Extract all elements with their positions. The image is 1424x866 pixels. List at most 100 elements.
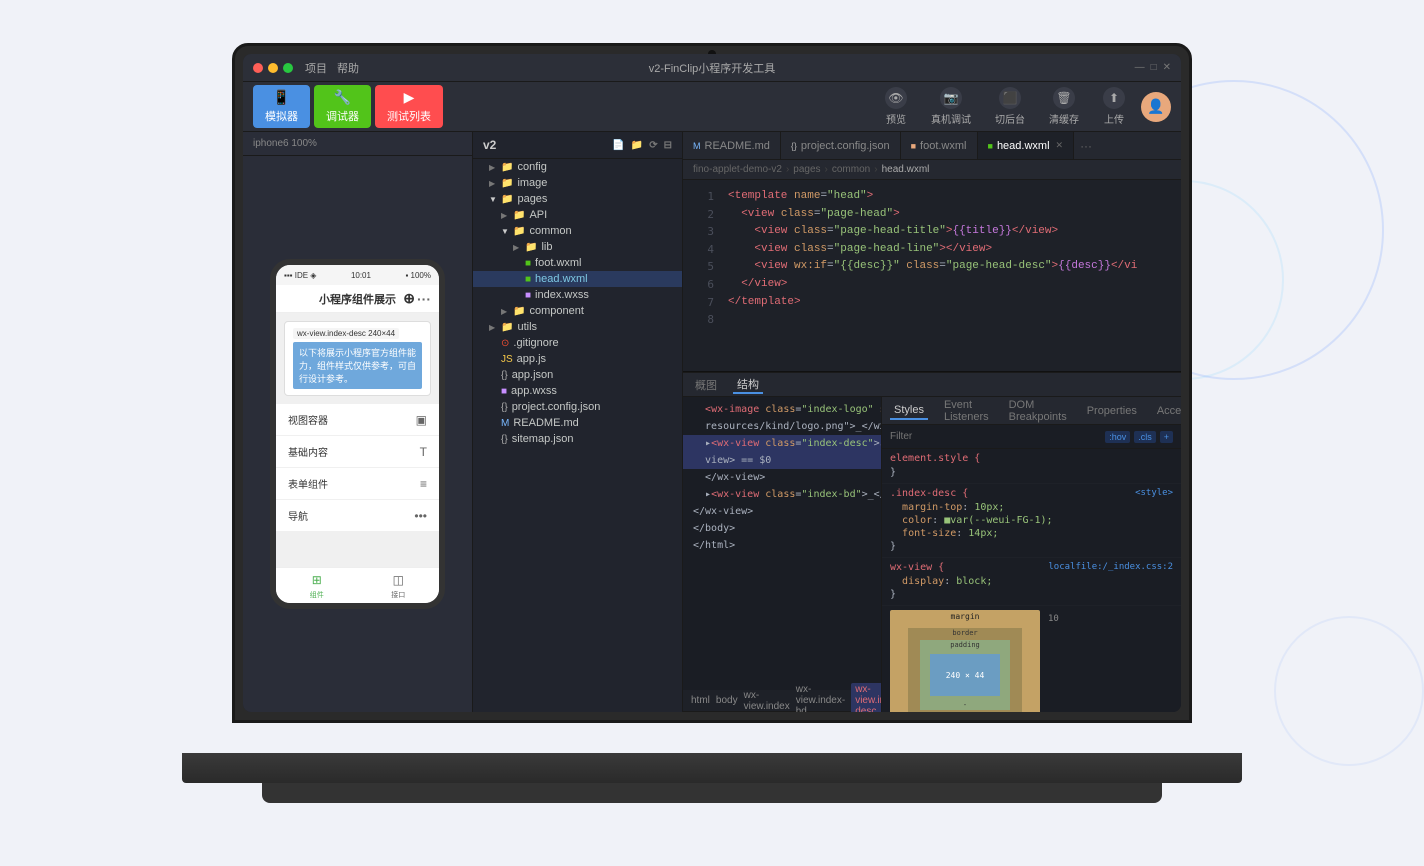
- tree-item-app-js[interactable]: ▶ JS app.js: [473, 351, 682, 367]
- refresh-icon[interactable]: ⟳: [649, 140, 657, 151]
- tree-item-index-wxss[interactable]: ▶ ■ index.wxss: [473, 287, 682, 303]
- padding-label: padding: [950, 641, 980, 649]
- tree-item-pages[interactable]: ▼ 📁 pages: [473, 191, 682, 207]
- tree-item-image[interactable]: ▶ 📁 image: [473, 175, 682, 191]
- html-line-0: <wx-image class="index-logo" src="../res…: [683, 401, 881, 418]
- editor-tabs: M README.md {} project.config.json ■ foo…: [683, 132, 1181, 160]
- highlight-text: 以下将展示小程序官方组件能力，组件样式仅供参考，可自行设计参考。: [293, 342, 422, 389]
- bottom-nav-component[interactable]: ⊞ 组件: [309, 572, 325, 600]
- style-prop-font-size: font-size: 14px;: [890, 527, 1173, 540]
- status-bar-right: ▪ 100%: [405, 271, 431, 280]
- tab-more-button[interactable]: ···: [1074, 139, 1098, 153]
- nav-item-1[interactable]: 基础内容 T: [276, 436, 439, 468]
- tab-event-listeners[interactable]: Event Listeners: [940, 397, 993, 425]
- tree-item-foot-wxml[interactable]: ▶ ■ foot.wxml: [473, 255, 682, 271]
- border-box: 240 × 44 padding - border: [908, 628, 1022, 712]
- simulate-button[interactable]: 📱 模拟器: [253, 85, 310, 128]
- tree-item-sitemap[interactable]: ▶ {} sitemap.json: [473, 431, 682, 447]
- tree-item-gitignore[interactable]: ▶ ⊙ .gitignore: [473, 335, 682, 351]
- menu-help[interactable]: 帮助: [337, 60, 359, 76]
- phone-status-bar: ▪▪▪ IDE ◈ 10:01 ▪ 100%: [276, 265, 439, 285]
- tab-head-wxml[interactable]: ■ head.wxml ✕: [978, 132, 1075, 159]
- upload-button[interactable]: ⬆ 上传: [1095, 83, 1133, 130]
- laptop-foot: [262, 783, 1162, 803]
- nav-items: 视图容器 ▣ 基础内容 T 表单组件: [276, 404, 439, 532]
- filter-cls[interactable]: .cls: [1134, 431, 1156, 443]
- tab-foot-wxml[interactable]: ■ foot.wxml: [901, 132, 978, 159]
- clear-button[interactable]: 🗑 清缓存: [1041, 83, 1087, 130]
- laptop-device: 项目 帮助 v2-FinClip小程序开发工具 — □ ✕: [182, 43, 1242, 823]
- nav-item-0[interactable]: 视图容器 ▣: [276, 404, 439, 436]
- style-source-1[interactable]: localfile:/_index.css:2: [1048, 562, 1173, 575]
- el-wx-view-hd[interactable]: wx-view.index-hd: [796, 684, 845, 712]
- maximize-button[interactable]: [283, 63, 293, 73]
- menu-project[interactable]: 项目: [305, 60, 327, 76]
- close-button[interactable]: [253, 63, 263, 73]
- el-html[interactable]: html: [691, 695, 710, 706]
- filter-hov[interactable]: :hov: [1105, 431, 1130, 443]
- tree-item-project-config[interactable]: ▶ {} project.config.json: [473, 399, 682, 415]
- tree-item-readme[interactable]: ▶ M README.md: [473, 415, 682, 431]
- title-bar-right: — □ ✕: [1135, 62, 1171, 73]
- tab-styles[interactable]: Styles: [890, 402, 928, 420]
- tree-item-utils[interactable]: ▶ 📁 utils: [473, 319, 682, 335]
- tree-item-component[interactable]: ▶ 📁 component: [473, 303, 682, 319]
- tree-item-api[interactable]: ▶ 📁 API: [473, 207, 682, 223]
- component-icon: ⊞: [309, 572, 325, 588]
- panel-tab-ui[interactable]: 概图: [691, 377, 721, 393]
- nav-item-3[interactable]: 导航 •••: [276, 500, 439, 532]
- box-model-wrapper: margin: [882, 606, 1181, 712]
- avatar[interactable]: 👤: [1141, 92, 1171, 122]
- close-icon[interactable]: ✕: [1163, 62, 1171, 73]
- panel-tab-html[interactable]: 结构: [733, 376, 763, 394]
- tree-item-app-wxss[interactable]: ▶ ■ app.wxss: [473, 383, 682, 399]
- tree-item-app-json[interactable]: ▶ {} app.json: [473, 367, 682, 383]
- styles-filter: :hov .cls +: [882, 425, 1181, 449]
- bottom-nav-api[interactable]: ◫ 接口: [390, 572, 406, 600]
- el-wx-view-index[interactable]: wx-view.index: [744, 690, 790, 712]
- tab-properties[interactable]: Properties: [1083, 403, 1141, 419]
- nav-item-2[interactable]: 表单组件 ≡: [276, 468, 439, 500]
- maximize-icon[interactable]: □: [1151, 62, 1157, 73]
- scan-button[interactable]: 📷 真机调试: [923, 83, 979, 130]
- phone-share-icon[interactable]: ⊕: [403, 290, 415, 307]
- debug-button[interactable]: 🔧 调试器: [314, 85, 371, 128]
- style-source-0[interactable]: <style>: [1135, 488, 1173, 501]
- minimize-button[interactable]: [268, 63, 278, 73]
- el-body[interactable]: body: [716, 695, 738, 706]
- margin-label: margin: [951, 612, 980, 621]
- margin-value-label: 10: [1048, 614, 1059, 624]
- tab-close-icon[interactable]: ✕: [1056, 140, 1064, 151]
- app-title: v2-FinClip小程序开发工具: [649, 60, 776, 76]
- filter-plus[interactable]: +: [1160, 431, 1173, 443]
- nav-icon-1: T: [420, 445, 427, 459]
- cut-button[interactable]: ⬛ 切后台: [987, 83, 1033, 130]
- style-closing-brace-wx-view: }: [890, 588, 1173, 601]
- html-line-5: ▸<wx-view class="index-bd">_</wx-view>: [683, 486, 881, 503]
- tree-item-config[interactable]: ▶ 📁 config: [473, 159, 682, 175]
- phone-pane: iphone6 100% ▪▪▪ IDE ◈ 10:01 ▪ 100%: [243, 132, 473, 712]
- new-folder-icon[interactable]: 📁: [631, 140, 643, 151]
- filter-input[interactable]: [890, 431, 1099, 442]
- el-wx-view-desc[interactable]: wx-view.index-desc: [851, 683, 881, 712]
- html-line-3: view> == $0: [683, 452, 881, 469]
- preview-button[interactable]: 👁 预览: [877, 83, 915, 130]
- tree-item-head-wxml[interactable]: ▶ ■ head.wxml: [473, 271, 682, 287]
- code-content[interactable]: <template name="head"> <view class="page…: [718, 180, 1181, 371]
- breadcrumb-root: fino-applet-demo-v2: [693, 164, 782, 175]
- tab-project-config[interactable]: {} project.config.json: [781, 132, 901, 159]
- test-button[interactable]: ▶ 测试列表: [375, 85, 443, 128]
- minimize-icon[interactable]: —: [1135, 62, 1145, 73]
- tab-accessibility[interactable]: Accessibility: [1153, 403, 1181, 419]
- phone-more-icon[interactable]: ···: [417, 291, 431, 307]
- tab-dom-breakpoints[interactable]: DOM Breakpoints: [1005, 397, 1071, 425]
- new-file-icon[interactable]: 📄: [612, 140, 624, 151]
- collapse-icon[interactable]: ⊟: [664, 140, 672, 151]
- tree-item-common[interactable]: ▼ 📁 common: [473, 223, 682, 239]
- style-selector-index-desc: .index-desc {: [890, 488, 968, 499]
- breadcrumb-sep-2: ›: [825, 164, 828, 175]
- tab-readme[interactable]: M README.md: [683, 132, 781, 159]
- tree-item-lib[interactable]: ▶ 📁 lib: [473, 239, 682, 255]
- html-view[interactable]: <wx-image class="index-logo" src="../res…: [683, 397, 881, 690]
- phone-frame: ▪▪▪ IDE ◈ 10:01 ▪ 100% 小程序组件展示 ··· ⊕: [243, 156, 472, 712]
